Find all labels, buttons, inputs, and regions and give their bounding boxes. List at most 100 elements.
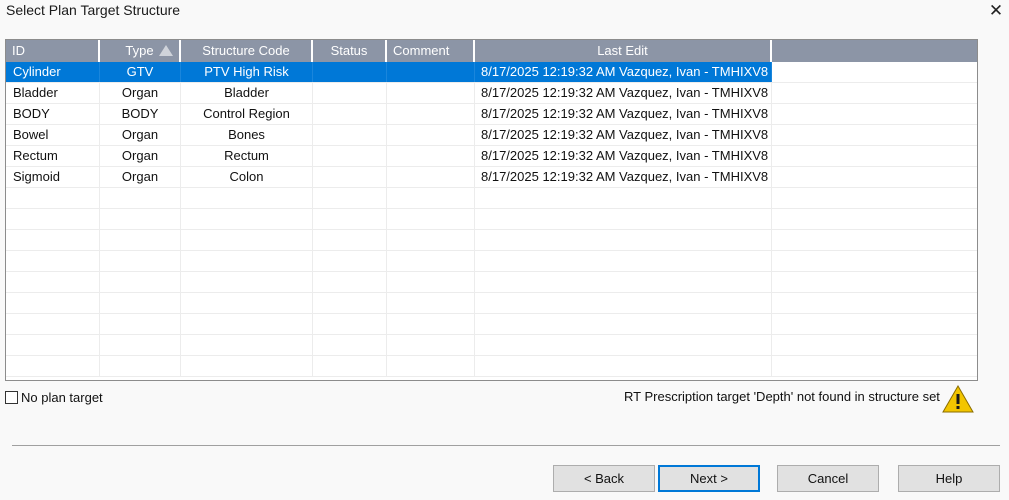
next-button[interactable]: Next > xyxy=(658,465,760,492)
cell-filler xyxy=(772,62,977,82)
cell-structure-code: Rectum xyxy=(181,146,313,166)
cell-structure-code xyxy=(181,230,313,250)
cell-structure-code xyxy=(181,314,313,334)
sort-ascending-icon xyxy=(159,45,173,56)
cell-last-edit xyxy=(475,272,772,292)
empty-table-row xyxy=(6,335,977,356)
cell-type xyxy=(100,272,181,292)
table-row[interactable]: Rectum Organ Rectum 8/17/2025 12:19:32 AM V… xyxy=(6,146,977,167)
cell-id xyxy=(6,314,100,334)
cell-comment xyxy=(387,188,475,208)
no-plan-target-label: No plan target xyxy=(21,390,103,405)
cell-type: Organ xyxy=(100,146,181,166)
table-row[interactable]: Cylinder GTV PTV High Risk 8/17/2025 12:19:… xyxy=(6,62,977,83)
cell-last-edit: 8/17/2025 12:19:32 AM Vazquez, Ivan - TM… xyxy=(475,62,772,82)
footer-separator xyxy=(12,445,1000,446)
cell-last-edit: 8/17/2025 12:19:32 AM Vazquez, Ivan - TM… xyxy=(475,146,772,166)
table-row[interactable]: Bladder Organ Bladder 8/17/2025 12:19:32 AM… xyxy=(6,83,977,104)
cell-comment xyxy=(387,83,475,103)
cell-id xyxy=(6,356,100,376)
empty-table-row xyxy=(6,251,977,272)
cell-status xyxy=(313,209,387,229)
table-row[interactable]: BODY BODY Control Region 8/17/2025 12:19:32… xyxy=(6,104,977,125)
cell-status xyxy=(313,293,387,313)
cell-last-edit xyxy=(475,251,772,271)
cell-type: Organ xyxy=(100,83,181,103)
cell-id xyxy=(6,293,100,313)
cell-structure-code xyxy=(181,251,313,271)
cell-filler xyxy=(772,209,977,229)
cell-structure-code: Bones xyxy=(181,125,313,145)
cell-type: Organ xyxy=(100,125,181,145)
cell-last-edit xyxy=(475,230,772,250)
cell-id: Bowel xyxy=(6,125,100,145)
cell-status xyxy=(313,188,387,208)
cell-last-edit xyxy=(475,335,772,355)
table-row[interactable]: Sigmoid Organ Colon 8/17/2025 12:19:32 AM V… xyxy=(6,167,977,188)
cell-id xyxy=(6,209,100,229)
cell-id: Sigmoid xyxy=(6,167,100,187)
cell-last-edit: 8/17/2025 12:19:32 AM Vazquez, Ivan - TM… xyxy=(475,125,772,145)
cell-filler xyxy=(772,251,977,271)
column-header-type-label: Type xyxy=(125,43,154,58)
column-header-status[interactable]: Status xyxy=(313,40,387,62)
column-header-structure-code[interactable]: Structure Code xyxy=(181,40,313,62)
cell-last-edit: 8/17/2025 12:19:32 AM Vazquez, Ivan - TM… xyxy=(475,83,772,103)
table-row[interactable]: Bowel Organ Bones 8/17/2025 12:19:32 AM Vaz… xyxy=(6,125,977,146)
cell-filler xyxy=(772,104,977,124)
cell-structure-code xyxy=(181,188,313,208)
cell-type xyxy=(100,188,181,208)
empty-table-row xyxy=(6,356,977,377)
cell-comment xyxy=(387,335,475,355)
column-header-last-edit[interactable]: Last Edit xyxy=(475,40,772,62)
cell-type xyxy=(100,293,181,313)
warning-triangle-icon xyxy=(942,385,974,413)
cell-status xyxy=(313,335,387,355)
cell-comment xyxy=(387,230,475,250)
cell-type: BODY xyxy=(100,104,181,124)
cell-structure-code: Control Region xyxy=(181,104,313,124)
column-header-id[interactable]: ID xyxy=(6,40,100,62)
cell-type xyxy=(100,356,181,376)
no-plan-target-checkbox[interactable] xyxy=(5,391,18,404)
cell-last-edit xyxy=(475,356,772,376)
cell-type xyxy=(100,209,181,229)
cell-id: Cylinder xyxy=(6,62,100,82)
cell-status xyxy=(313,83,387,103)
warning-message: RT Prescription target 'Depth' not found… xyxy=(624,389,940,404)
cell-structure-code: PTV High Risk xyxy=(181,62,313,82)
empty-table-row xyxy=(6,272,977,293)
cell-status xyxy=(313,251,387,271)
cell-comment xyxy=(387,356,475,376)
cancel-button[interactable]: Cancel xyxy=(777,465,879,492)
cell-id xyxy=(6,188,100,208)
cell-id: BODY xyxy=(6,104,100,124)
column-header-comment[interactable]: Comment xyxy=(387,40,475,62)
cell-filler xyxy=(772,83,977,103)
cell-filler xyxy=(772,272,977,292)
cell-structure-code: Colon xyxy=(181,167,313,187)
empty-table-row xyxy=(6,314,977,335)
empty-table-row xyxy=(6,230,977,251)
cell-filler xyxy=(772,230,977,250)
help-button[interactable]: Help xyxy=(898,465,1000,492)
cell-comment xyxy=(387,104,475,124)
cell-structure-code xyxy=(181,272,313,292)
back-button[interactable]: < Back xyxy=(553,465,655,492)
cell-last-edit: 8/17/2025 12:19:32 AM Vazquez, Ivan - TM… xyxy=(475,167,772,187)
empty-table-row xyxy=(6,188,977,209)
cell-filler xyxy=(772,188,977,208)
cell-filler xyxy=(772,314,977,334)
cell-comment xyxy=(387,125,475,145)
cell-last-edit xyxy=(475,188,772,208)
column-header-type[interactable]: Type xyxy=(100,40,181,62)
cell-structure-code xyxy=(181,356,313,376)
cell-id xyxy=(6,251,100,271)
cell-filler xyxy=(772,146,977,166)
close-icon[interactable]: ✕ xyxy=(986,1,1006,21)
cell-last-edit xyxy=(475,293,772,313)
cell-status xyxy=(313,314,387,334)
cell-id xyxy=(6,335,100,355)
cell-type xyxy=(100,230,181,250)
cell-status xyxy=(313,104,387,124)
